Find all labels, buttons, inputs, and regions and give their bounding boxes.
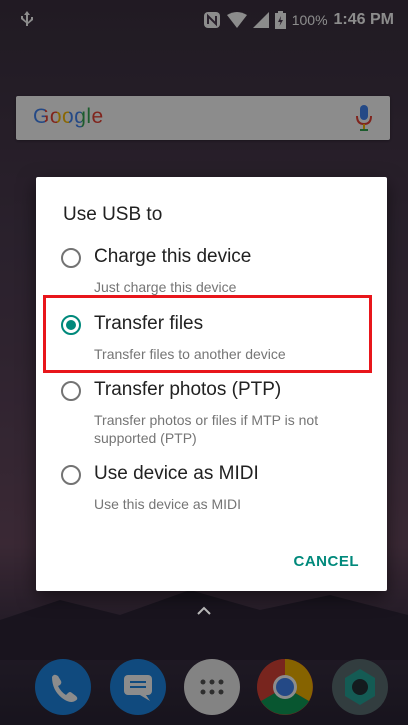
option-description: Transfer photos or files if MTP is not s… (94, 412, 319, 446)
option-label: Transfer photos (PTP) (94, 379, 282, 400)
option-label: Use device as MIDI (94, 463, 259, 484)
dialog-title: Use USB to (63, 204, 163, 225)
cancel-button[interactable]: CANCEL (294, 553, 360, 570)
highlight-annotation (43, 295, 372, 373)
radio-button[interactable] (61, 381, 81, 401)
usb-options-dialog: Use USB to Charge this device Just charg… (36, 177, 387, 591)
option-label: Charge this device (94, 246, 252, 267)
option-description: Just charge this device (94, 279, 237, 295)
radio-button[interactable] (61, 248, 81, 268)
chevron-up-icon[interactable] (196, 606, 212, 616)
option-description: Use this device as MIDI (94, 496, 242, 512)
radio-button[interactable] (61, 465, 81, 485)
